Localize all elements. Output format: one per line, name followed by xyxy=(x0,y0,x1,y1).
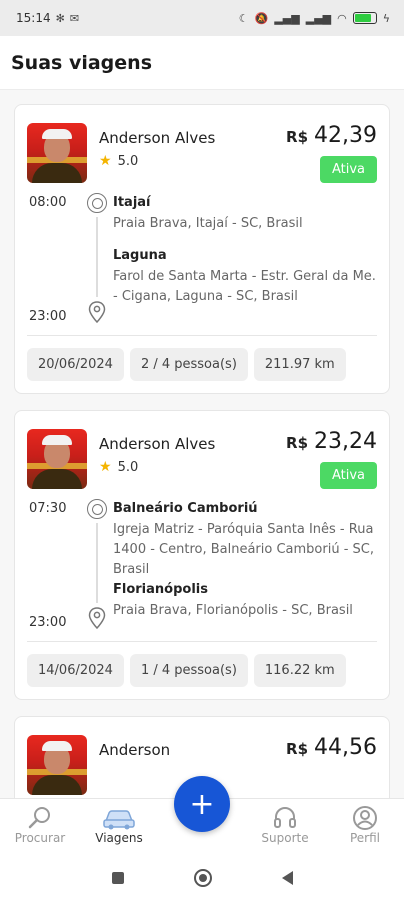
origin-city: Itajaí xyxy=(113,195,151,210)
trip-date: 20/06/2024 xyxy=(27,348,124,381)
divider xyxy=(27,335,377,336)
trip-route: 08:00 23:00 Itajaí Praia Brava, Itajaí -… xyxy=(27,193,377,325)
nav-item-suporte[interactable]: Suporte xyxy=(250,805,320,845)
charging-icon: ϟ xyxy=(382,11,390,25)
driver-name: Anderson xyxy=(99,741,171,759)
trip-seats: 1 / 4 pessoa(s) xyxy=(129,654,248,687)
avatar xyxy=(27,123,87,183)
origin-address: Praia Brava, Itajaí - SC, Brasil xyxy=(113,216,303,231)
nav-label: Procurar xyxy=(14,831,66,845)
settings-icon: ✻ xyxy=(55,11,65,25)
battery-icon xyxy=(352,12,377,24)
price-amount: 42,39 xyxy=(314,123,377,148)
signal2-icon: ▂▄▆ xyxy=(305,11,332,25)
recents-icon[interactable] xyxy=(111,872,124,884)
destination-address: Praia Brava, Florianópolis - SC, Brasil xyxy=(113,603,353,618)
driver-rating: ★ 5.0 xyxy=(99,153,286,169)
trip-price: R$ 42,39 xyxy=(286,123,377,148)
add-trip-button[interactable]: + xyxy=(174,776,230,832)
plus-icon: + xyxy=(189,786,215,822)
route-line xyxy=(96,523,98,603)
trip-price: R$ 23,24 xyxy=(286,429,377,454)
nav-label: Suporte xyxy=(261,831,309,845)
divider xyxy=(27,641,377,642)
mail-icon: ✉ xyxy=(69,11,80,25)
headset-icon xyxy=(274,807,296,828)
back-icon[interactable] xyxy=(281,871,293,885)
search-icon xyxy=(28,807,50,829)
origin-icon xyxy=(87,193,107,213)
home-icon[interactable] xyxy=(193,869,212,887)
origin-address: Igreja Matriz - Paróquia Santa Inês - Ru… xyxy=(113,522,374,577)
avatar xyxy=(27,429,87,489)
trip-price: R$ 44,56 xyxy=(286,735,377,760)
price-currency: R$ xyxy=(286,128,309,146)
avatar xyxy=(27,735,87,795)
departure-time: 07:30 xyxy=(29,501,67,516)
star-icon: ★ xyxy=(99,459,112,475)
car-icon xyxy=(103,810,135,830)
trip-card[interactable]: Anderson Alves ★ 5.0 R$ 23,24 Ativa 07:3… xyxy=(14,410,390,700)
origin-city: Balneário Camboriú xyxy=(113,501,258,516)
route-line xyxy=(96,217,98,297)
star-icon: ★ xyxy=(99,153,112,169)
location-pin-icon xyxy=(88,607,106,629)
driver-name: Anderson Alves xyxy=(99,129,216,147)
trip-seats: 2 / 4 pessoa(s) xyxy=(129,348,248,381)
nav-label: Viagens xyxy=(95,831,143,845)
destination-city: Florianópolis xyxy=(113,582,208,597)
destination-city: Laguna xyxy=(113,248,167,263)
status-badge: Ativa xyxy=(319,462,377,489)
arrival-time: 23:00 xyxy=(29,615,67,630)
signal-icon: ▂▄▆ xyxy=(274,11,300,25)
departure-time: 08:00 xyxy=(29,195,67,210)
status-badge: Ativa xyxy=(319,156,377,183)
profile-icon xyxy=(353,806,377,830)
status-bar: 15:14 ✻ ✉ ☾ 🔕 ▂▄▆ ▂▄▆ ◠ ϟ xyxy=(0,0,404,36)
rating-value: 5.0 xyxy=(117,459,139,475)
nav-label: Perfil xyxy=(349,831,381,845)
mute-icon: 🔕 xyxy=(254,11,269,25)
driver-name: Anderson Alves xyxy=(99,435,216,453)
trip-card[interactable]: Anderson Alves ★ 5.0 R$ 42,39 Ativa 08:0… xyxy=(14,104,390,394)
price-amount: 44,56 xyxy=(314,735,377,760)
nav-item-procurar[interactable]: Procurar xyxy=(5,805,75,845)
nav-item-perfil[interactable]: Perfil xyxy=(330,805,400,845)
trip-route: 07:30 23:00 Balneário Camboriú Igreja Ma… xyxy=(27,499,377,631)
origin-icon xyxy=(87,499,107,519)
system-nav xyxy=(0,856,404,900)
wifi-icon: ◠ xyxy=(337,11,347,25)
trip-date: 14/06/2024 xyxy=(27,654,124,687)
trip-distance: 211.97 km xyxy=(253,348,346,381)
destination-address: Farol de Santa Marta - Estr. Geral da Me… xyxy=(113,269,376,304)
price-currency: R$ xyxy=(286,740,309,758)
status-time: 15:14 xyxy=(16,11,51,25)
arrival-time: 23:00 xyxy=(29,309,67,324)
nav-item-viagens[interactable]: Viagens xyxy=(84,805,154,845)
driver-rating: ★ 5.0 xyxy=(99,459,286,475)
price-currency: R$ xyxy=(286,434,309,452)
trip-list[interactable]: Anderson Alves ★ 5.0 R$ 42,39 Ativa 08:0… xyxy=(0,90,404,798)
page-title: Suas viagens xyxy=(11,51,152,74)
moon-icon: ☾ xyxy=(238,11,249,25)
price-amount: 23,24 xyxy=(314,429,377,454)
rating-value: 5.0 xyxy=(117,153,139,169)
location-pin-icon xyxy=(88,301,106,323)
app-header: Suas viagens xyxy=(0,36,404,90)
trip-distance: 116.22 km xyxy=(253,654,346,687)
